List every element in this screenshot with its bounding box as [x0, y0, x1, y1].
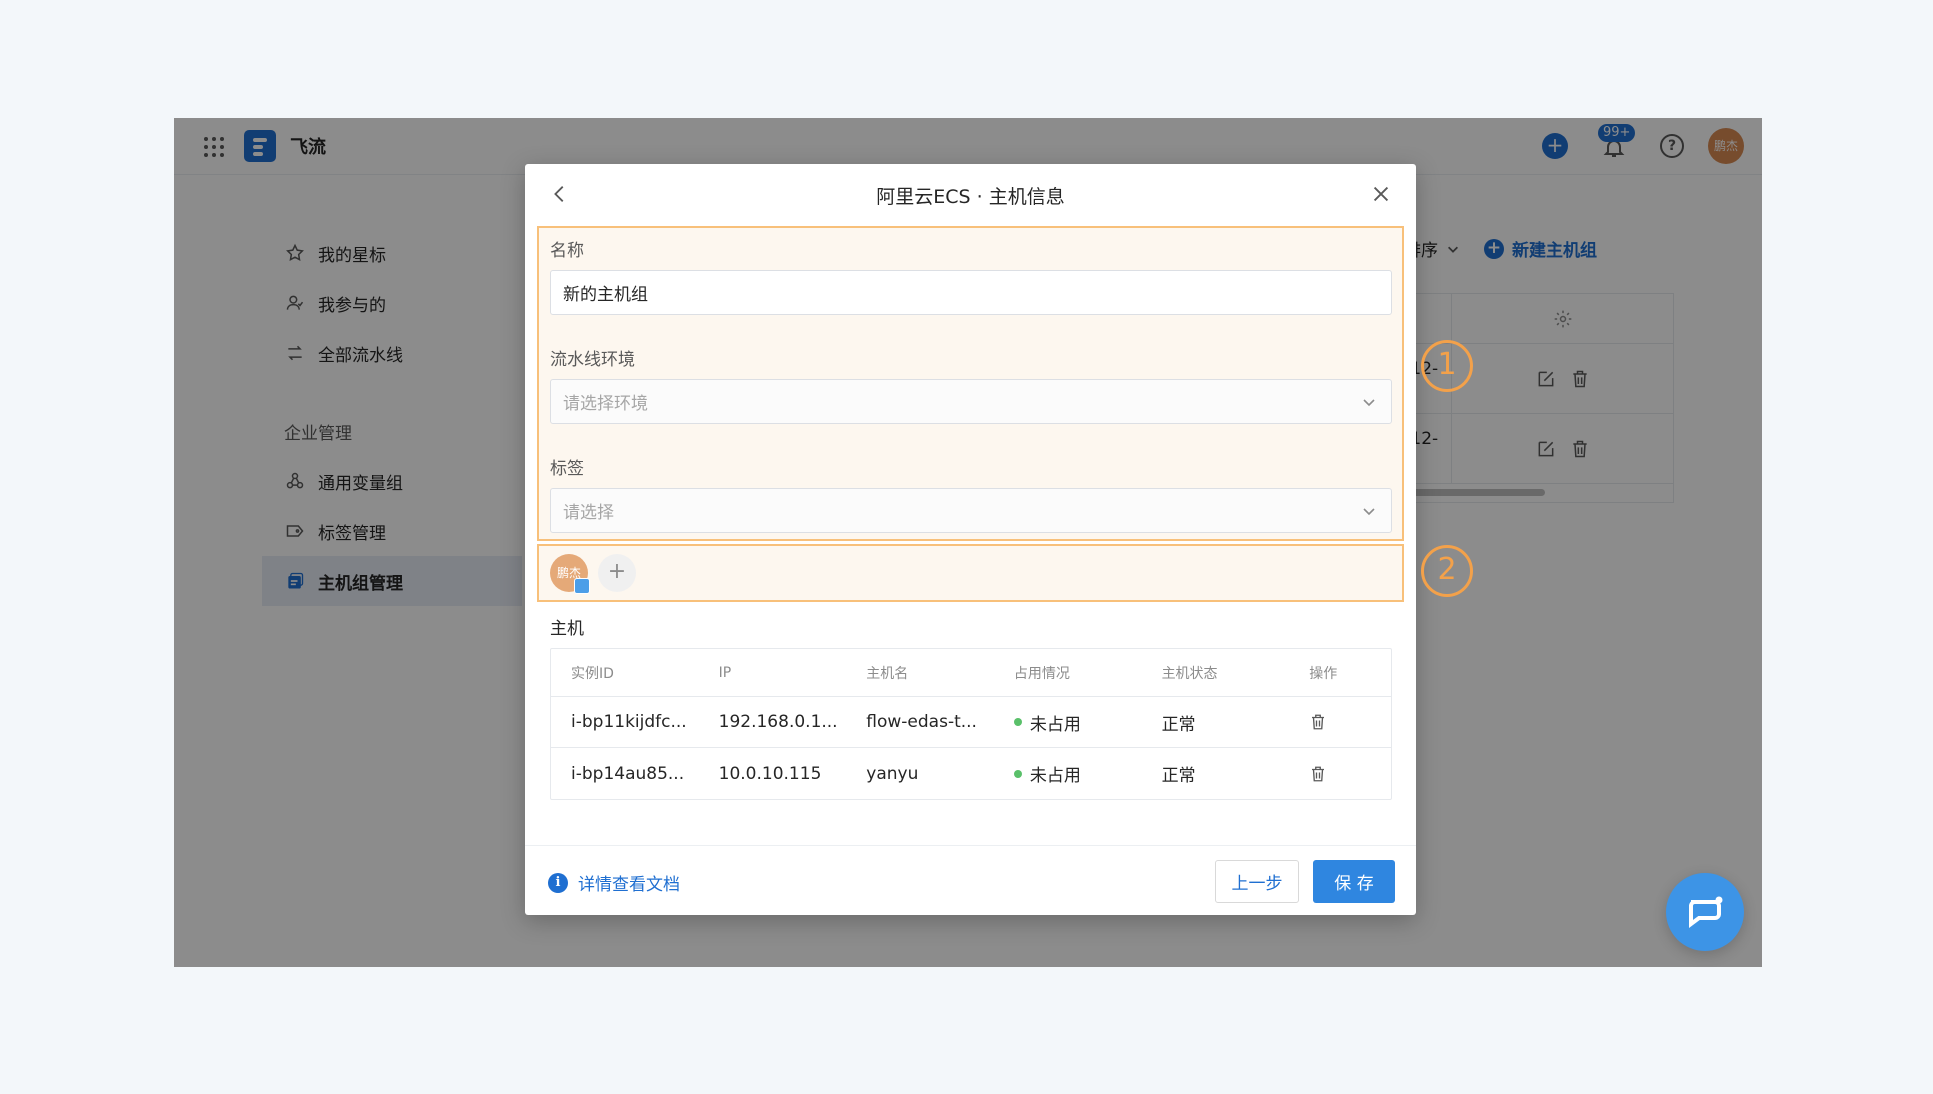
chevron-down-icon	[1363, 398, 1375, 406]
instance-id-cell: i-bp14au85...	[571, 763, 685, 784]
instance-id-cell: i-bp11kijdfc...	[571, 712, 687, 732]
hostname-cell: flow-edas-t...	[866, 712, 977, 732]
status-dot	[1013, 769, 1022, 778]
name-input-value: 新的主机组	[563, 285, 648, 305]
table-row: i-bp11kijdfc... 192.168.0.1... flow-edas…	[551, 697, 1391, 748]
column-status: 主机状态	[1161, 665, 1218, 682]
usage-text: 未占用	[1029, 766, 1081, 786]
tag-select[interactable]: 请选择	[550, 488, 1392, 533]
chat-bubble-icon	[1689, 896, 1723, 928]
member-user-icon	[574, 578, 590, 594]
tag-label: 标签	[550, 459, 584, 479]
modal-header: 阿里云ECS · 主机信息	[525, 164, 1416, 224]
column-usage: 占用情况	[1013, 665, 1070, 682]
doc-link-text: 详情查看文档	[578, 875, 680, 895]
callout-marker-1: 1	[1421, 340, 1473, 392]
column-ip: IP	[718, 664, 732, 681]
info-icon: i	[548, 872, 568, 893]
status-dot	[1013, 718, 1022, 726]
table-header: 实例ID IP 主机名 占用情况 主机状态 操作	[551, 649, 1391, 697]
usage-cell: 未占用	[994, 748, 1142, 799]
status-cell: 正常	[1161, 714, 1196, 735]
status-cell: 正常	[1161, 766, 1196, 786]
callout-marker-2: 2	[1421, 545, 1473, 597]
hosts-table: 实例ID IP 主机名 占用情况 主机状态 操作 i-bp11kijdfc...…	[550, 648, 1392, 800]
modal-footer: i 详情查看文档 上一步 保 存	[525, 845, 1416, 915]
chat-support-button[interactable]	[1666, 873, 1744, 951]
doc-link[interactable]: i 详情查看文档	[548, 870, 680, 895]
add-member-button[interactable]: +	[598, 554, 636, 592]
host-info-modal: 阿里云ECS · 主机信息 名称 新的主机组 流水线环境 请选择环境 标签 请选…	[525, 164, 1416, 915]
usage-cell: 未占用	[994, 697, 1142, 747]
env-select-placeholder: 请选择环境	[563, 394, 648, 414]
column-actions: 操作	[1309, 665, 1338, 682]
tag-select-placeholder: 请选择	[563, 503, 614, 523]
hosts-label: 主机	[550, 619, 584, 639]
delete-host-button[interactable]	[1289, 697, 1391, 747]
column-hostname: 主机名	[866, 665, 909, 682]
save-button[interactable]: 保 存	[1313, 860, 1395, 903]
members-row: 鹏杰 +	[550, 554, 636, 594]
table-row: i-bp14au85... 10.0.10.115 yanyu 未占用 正常	[551, 748, 1391, 799]
delete-host-button[interactable]	[1289, 748, 1391, 799]
name-label: 名称	[550, 241, 584, 261]
ip-cell: 10.0.10.115	[718, 763, 822, 784]
column-instance-id: 实例ID	[571, 665, 614, 682]
close-icon[interactable]	[1370, 183, 1392, 205]
ip-cell: 192.168.0.1...	[718, 712, 838, 732]
member-avatar[interactable]: 鹏杰	[550, 554, 590, 594]
usage-text: 未占用	[1029, 714, 1081, 735]
env-select[interactable]: 请选择环境	[550, 379, 1392, 424]
trash-icon	[1312, 714, 1325, 730]
hostname-cell: yanyu	[866, 763, 919, 784]
previous-step-button[interactable]: 上一步	[1215, 860, 1299, 903]
highlight-box-2	[537, 544, 1404, 602]
name-input[interactable]: 新的主机组	[550, 270, 1392, 315]
chevron-down-icon	[1363, 507, 1375, 515]
trash-icon	[1312, 766, 1325, 781]
env-label: 流水线环境	[550, 350, 635, 370]
modal-title: 阿里云ECS · 主机信息	[876, 186, 1065, 208]
